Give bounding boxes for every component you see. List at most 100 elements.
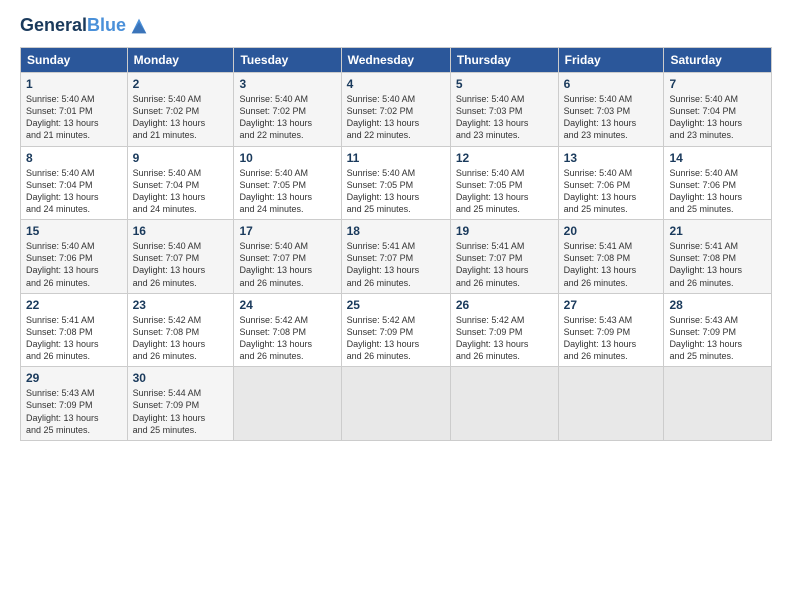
day-number: 3: [239, 77, 335, 91]
calendar-cell: 23 Sunrise: 5:42 AM Sunset: 7:08 PM Dayli…: [127, 293, 234, 367]
day-info: Sunrise: 5:42 AM Sunset: 7:09 PM Dayligh…: [456, 314, 553, 363]
day-number: 15: [26, 224, 122, 238]
day-number: 28: [669, 298, 766, 312]
col-header-friday: Friday: [558, 48, 664, 73]
day-number: 8: [26, 151, 122, 165]
day-info: Sunrise: 5:43 AM Sunset: 7:09 PM Dayligh…: [26, 387, 122, 436]
calendar-cell: 15 Sunrise: 5:40 AM Sunset: 7:06 PM Dayli…: [21, 220, 128, 294]
calendar-week-row: 15 Sunrise: 5:40 AM Sunset: 7:06 PM Dayli…: [21, 220, 772, 294]
day-number: 19: [456, 224, 553, 238]
day-info: Sunrise: 5:40 AM Sunset: 7:04 PM Dayligh…: [133, 167, 229, 216]
day-number: 14: [669, 151, 766, 165]
day-info: Sunrise: 5:40 AM Sunset: 7:03 PM Dayligh…: [456, 93, 553, 142]
calendar-cell: 17 Sunrise: 5:40 AM Sunset: 7:07 PM Dayli…: [234, 220, 341, 294]
day-info: Sunrise: 5:40 AM Sunset: 7:01 PM Dayligh…: [26, 93, 122, 142]
day-info: Sunrise: 5:42 AM Sunset: 7:08 PM Dayligh…: [133, 314, 229, 363]
day-info: Sunrise: 5:41 AM Sunset: 7:07 PM Dayligh…: [456, 240, 553, 289]
calendar-cell: 20Sunrise: 5:41 AM Sunset: 7:08 PM Dayli…: [558, 220, 664, 294]
day-info: Sunrise: 5:40 AM Sunset: 7:02 PM Dayligh…: [133, 93, 229, 142]
day-number: 23: [133, 298, 229, 312]
calendar-cell: 6Sunrise: 5:40 AM Sunset: 7:03 PM Daylig…: [558, 73, 664, 147]
day-number: 27: [564, 298, 659, 312]
day-info: Sunrise: 5:40 AM Sunset: 7:02 PM Dayligh…: [239, 93, 335, 142]
calendar-cell: 26 Sunrise: 5:42 AM Sunset: 7:09 PM Dayli…: [450, 293, 558, 367]
calendar-cell: 7Sunrise: 5:40 AM Sunset: 7:04 PM Daylig…: [664, 73, 772, 147]
day-info: Sunrise: 5:43 AM Sunset: 7:09 PM Dayligh…: [669, 314, 766, 363]
calendar-cell: [341, 367, 450, 441]
day-info: Sunrise: 5:40 AM Sunset: 7:07 PM Dayligh…: [133, 240, 229, 289]
calendar-cell: 5 Sunrise: 5:40 AM Sunset: 7:03 PM Daylig…: [450, 73, 558, 147]
day-number: 30: [133, 371, 229, 385]
calendar-cell: [450, 367, 558, 441]
day-info: Sunrise: 5:40 AM Sunset: 7:07 PM Dayligh…: [239, 240, 335, 289]
day-number: 21: [669, 224, 766, 238]
day-info: Sunrise: 5:40 AM Sunset: 7:06 PM Dayligh…: [564, 167, 659, 216]
calendar-cell: [558, 367, 664, 441]
day-info: Sunrise: 5:40 AM Sunset: 7:05 PM Dayligh…: [239, 167, 335, 216]
calendar-cell: 8 Sunrise: 5:40 AM Sunset: 7:04 PM Daylig…: [21, 146, 128, 220]
day-info: Sunrise: 5:40 AM Sunset: 7:02 PM Dayligh…: [347, 93, 445, 142]
day-info: Sunrise: 5:40 AM Sunset: 7:04 PM Dayligh…: [26, 167, 122, 216]
calendar-cell: 24Sunrise: 5:42 AM Sunset: 7:08 PM Dayli…: [234, 293, 341, 367]
calendar-cell: 22 Sunrise: 5:41 AM Sunset: 7:08 PM Dayli…: [21, 293, 128, 367]
day-number: 17: [239, 224, 335, 238]
logo-text: GeneralBlue: [20, 16, 126, 36]
calendar-cell: 3 Sunrise: 5:40 AM Sunset: 7:02 PM Daylig…: [234, 73, 341, 147]
col-header-monday: Monday: [127, 48, 234, 73]
calendar-cell: [664, 367, 772, 441]
day-number: 26: [456, 298, 553, 312]
day-info: Sunrise: 5:41 AM Sunset: 7:07 PM Dayligh…: [347, 240, 445, 289]
col-header-wednesday: Wednesday: [341, 48, 450, 73]
calendar-cell: 4 Sunrise: 5:40 AM Sunset: 7:02 PM Daylig…: [341, 73, 450, 147]
logo: GeneralBlue: [20, 15, 150, 37]
day-number: 16: [133, 224, 229, 238]
day-number: 18: [347, 224, 445, 238]
calendar-week-row: 29 Sunrise: 5:43 AM Sunset: 7:09 PM Dayli…: [21, 367, 772, 441]
day-number: 12: [456, 151, 553, 165]
calendar-header-row: SundayMondayTuesdayWednesdayThursdayFrid…: [21, 48, 772, 73]
day-info: Sunrise: 5:40 AM Sunset: 7:06 PM Dayligh…: [26, 240, 122, 289]
day-number: 1: [26, 77, 122, 91]
day-info: Sunrise: 5:40 AM Sunset: 7:04 PM Dayligh…: [669, 93, 766, 142]
calendar-cell: 11 Sunrise: 5:40 AM Sunset: 7:05 PM Dayli…: [341, 146, 450, 220]
calendar-cell: 21 Sunrise: 5:41 AM Sunset: 7:08 PM Dayli…: [664, 220, 772, 294]
calendar-week-row: 8 Sunrise: 5:40 AM Sunset: 7:04 PM Daylig…: [21, 146, 772, 220]
col-header-saturday: Saturday: [664, 48, 772, 73]
calendar-cell: 10 Sunrise: 5:40 AM Sunset: 7:05 PM Dayli…: [234, 146, 341, 220]
day-number: 10: [239, 151, 335, 165]
day-info: Sunrise: 5:44 AM Sunset: 7:09 PM Dayligh…: [133, 387, 229, 436]
day-number: 20: [564, 224, 659, 238]
day-number: 5: [456, 77, 553, 91]
day-number: 11: [347, 151, 445, 165]
day-info: Sunrise: 5:43 AM Sunset: 7:09 PM Dayligh…: [564, 314, 659, 363]
day-info: Sunrise: 5:42 AM Sunset: 7:09 PM Dayligh…: [347, 314, 445, 363]
day-number: 25: [347, 298, 445, 312]
day-info: Sunrise: 5:40 AM Sunset: 7:05 PM Dayligh…: [456, 167, 553, 216]
day-info: Sunrise: 5:40 AM Sunset: 7:03 PM Dayligh…: [564, 93, 659, 142]
calendar-cell: 18 Sunrise: 5:41 AM Sunset: 7:07 PM Dayli…: [341, 220, 450, 294]
day-number: 22: [26, 298, 122, 312]
day-number: 9: [133, 151, 229, 165]
day-info: Sunrise: 5:41 AM Sunset: 7:08 PM Dayligh…: [669, 240, 766, 289]
logo-icon: [128, 15, 150, 37]
calendar-table: SundayMondayTuesdayWednesdayThursdayFrid…: [20, 47, 772, 441]
calendar-cell: 28 Sunrise: 5:43 AM Sunset: 7:09 PM Dayli…: [664, 293, 772, 367]
day-number: 29: [26, 371, 122, 385]
calendar-cell: 29 Sunrise: 5:43 AM Sunset: 7:09 PM Dayli…: [21, 367, 128, 441]
calendar-cell: 14Sunrise: 5:40 AM Sunset: 7:06 PM Dayli…: [664, 146, 772, 220]
calendar-cell: 13 Sunrise: 5:40 AM Sunset: 7:06 PM Dayli…: [558, 146, 664, 220]
day-number: 4: [347, 77, 445, 91]
day-info: Sunrise: 5:40 AM Sunset: 7:05 PM Dayligh…: [347, 167, 445, 216]
calendar-cell: 25 Sunrise: 5:42 AM Sunset: 7:09 PM Dayli…: [341, 293, 450, 367]
col-header-sunday: Sunday: [21, 48, 128, 73]
calendar-week-row: 22 Sunrise: 5:41 AM Sunset: 7:08 PM Dayli…: [21, 293, 772, 367]
col-header-tuesday: Tuesday: [234, 48, 341, 73]
day-info: Sunrise: 5:42 AM Sunset: 7:08 PM Dayligh…: [239, 314, 335, 363]
day-number: 13: [564, 151, 659, 165]
page-header: GeneralBlue: [20, 15, 772, 37]
day-number: 2: [133, 77, 229, 91]
day-info: Sunrise: 5:41 AM Sunset: 7:08 PM Dayligh…: [26, 314, 122, 363]
calendar-cell: 16 Sunrise: 5:40 AM Sunset: 7:07 PM Dayli…: [127, 220, 234, 294]
calendar-cell: 12 Sunrise: 5:40 AM Sunset: 7:05 PM Dayli…: [450, 146, 558, 220]
col-header-thursday: Thursday: [450, 48, 558, 73]
